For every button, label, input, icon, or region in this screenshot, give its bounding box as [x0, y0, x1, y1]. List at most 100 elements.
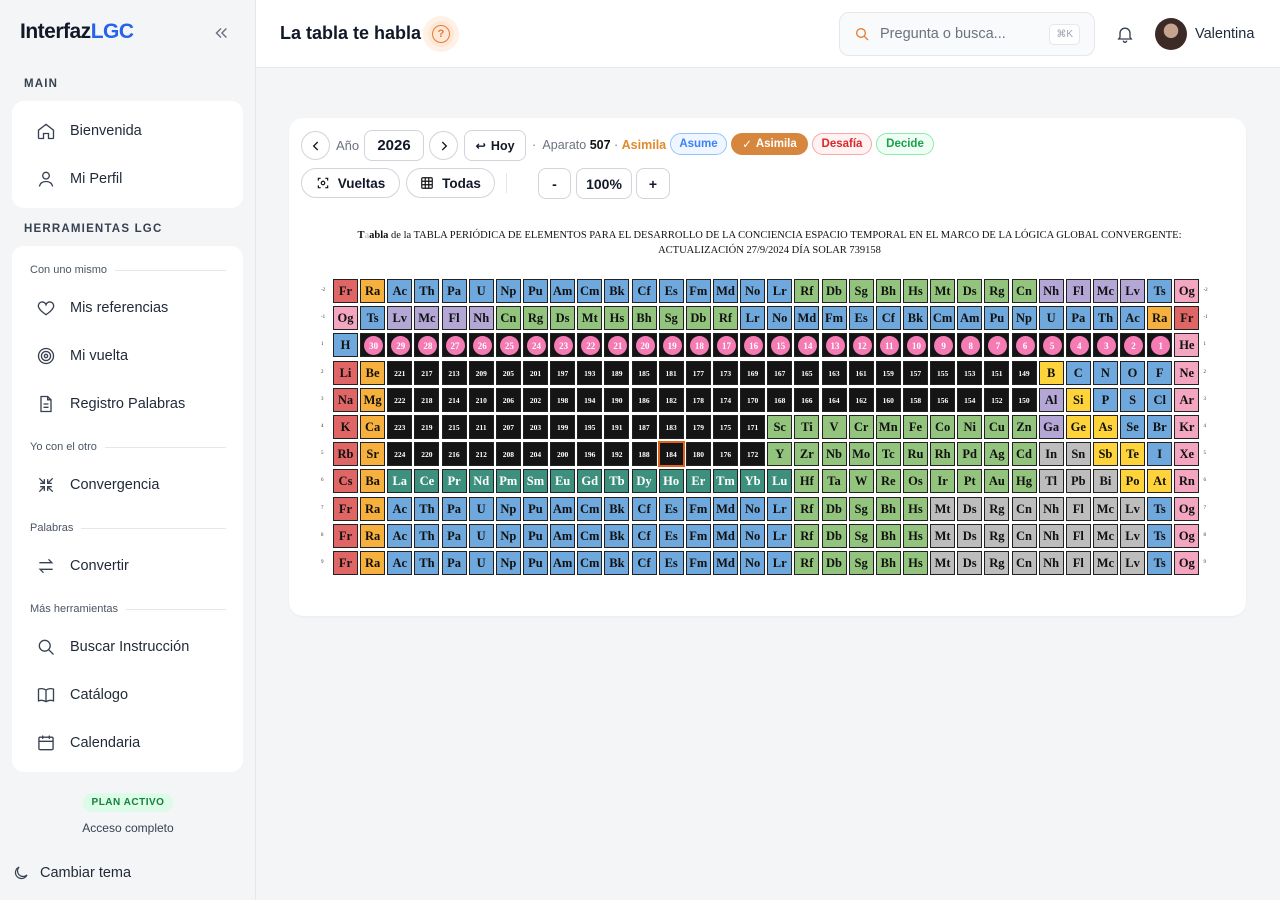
table-cell-number[interactable]: 180	[685, 442, 711, 467]
table-cell-element[interactable]: Og	[1174, 551, 1200, 575]
brand-logo[interactable]: InterfazLGC	[20, 20, 134, 44]
table-cell-element[interactable]: Es	[848, 306, 874, 331]
table-cell-element[interactable]: Ru	[902, 442, 928, 467]
table-cell-number[interactable]: 162	[848, 387, 874, 412]
collapse-sidebar-icon[interactable]	[212, 24, 230, 42]
table-cell-element[interactable]: Th	[1092, 306, 1118, 331]
table-cell-number[interactable]: 213	[441, 360, 467, 385]
table-cell-element[interactable]: Db	[821, 496, 847, 521]
table-cell-element[interactable]: Cr	[848, 415, 874, 439]
table-cell-element[interactable]: Rg	[984, 279, 1010, 303]
table-cell-number[interactable]: 179	[685, 415, 711, 439]
table-cell-element[interactable]: Br	[1147, 415, 1173, 439]
table-cell-number[interactable]: 203	[522, 415, 548, 439]
table-cell-element[interactable]: Mt	[930, 279, 956, 303]
table-cell-element[interactable]: No	[767, 306, 793, 331]
table-cell-element[interactable]: Ra	[360, 551, 386, 575]
table-cell-element[interactable]: Ni	[957, 415, 983, 439]
table-cell-circle[interactable]: 22	[577, 333, 603, 358]
table-cell-element[interactable]: Hs	[902, 523, 928, 548]
table-cell-element[interactable]: Li	[333, 360, 358, 385]
table-cell-element[interactable]: Fm	[821, 306, 847, 331]
table-cell-number[interactable]: 212	[468, 442, 494, 467]
sidebar-item-mi-vuelta[interactable]: Mi vuelta	[36, 344, 128, 368]
sidebar-item-convertir[interactable]: Convertir	[36, 554, 129, 578]
zoom-in-button[interactable]: +	[636, 168, 670, 199]
table-cell-element[interactable]: Hs	[604, 306, 630, 331]
table-cell-element[interactable]: Cf	[631, 496, 657, 521]
table-cell-element[interactable]: Ar	[1174, 387, 1200, 412]
table-cell-circle[interactable]: 9	[930, 333, 956, 358]
table-cell-number[interactable]: 183	[658, 415, 684, 439]
table-cell-element[interactable]: Db	[821, 279, 847, 303]
table-cell-number[interactable]: 157	[902, 360, 928, 385]
table-cell-element[interactable]: Cm	[577, 523, 603, 548]
table-cell-element[interactable]: Lv	[387, 306, 413, 331]
table-cell-element[interactable]: Th	[414, 523, 440, 548]
table-cell-element[interactable]: Sc	[767, 415, 793, 439]
table-cell-number[interactable]: 154	[957, 387, 983, 412]
user-name[interactable]: Valentina	[1195, 26, 1254, 42]
table-cell-element[interactable]: Kr	[1174, 415, 1200, 439]
table-cell-element[interactable]: B	[1038, 360, 1064, 385]
table-cell-element[interactable]: Nb	[821, 442, 847, 467]
table-cell-element[interactable]: Pm	[495, 469, 521, 494]
table-cell-element[interactable]: Es	[658, 279, 684, 303]
table-cell-element[interactable]: Ga	[1038, 415, 1064, 439]
table-cell-circle[interactable]: 2	[1120, 333, 1146, 358]
table-cell-element[interactable]: Y	[767, 442, 793, 467]
chip-asimila[interactable]: ✓ Asimila	[731, 133, 808, 155]
zoom-level[interactable]: 100%	[576, 168, 632, 199]
table-cell-number[interactable]: 182	[658, 387, 684, 412]
chip-asume[interactable]: Asume	[670, 133, 727, 155]
table-cell-number[interactable]: 172	[740, 442, 766, 467]
table-cell-element[interactable]: Pu	[522, 496, 548, 521]
table-cell-element[interactable]: Zn	[1011, 415, 1037, 439]
table-cell-element[interactable]: U	[468, 551, 494, 575]
prev-year-button[interactable]	[301, 131, 330, 160]
table-cell-element[interactable]: Pu	[522, 523, 548, 548]
search-box[interactable]: ⌘K	[839, 12, 1095, 56]
table-cell-element[interactable]: Hf	[794, 469, 820, 494]
table-cell-element[interactable]: Sg	[658, 306, 684, 331]
sidebar-item-calendaria[interactable]: Calendaria	[36, 731, 140, 755]
table-cell-element[interactable]: Gd	[577, 469, 603, 494]
table-cell-element[interactable]: Db	[685, 306, 711, 331]
table-cell-element[interactable]: Ti	[794, 415, 820, 439]
table-cell-element[interactable]: Ag	[984, 442, 1010, 467]
table-cell-element[interactable]: Am	[550, 279, 576, 303]
table-cell-number[interactable]: 204	[522, 442, 548, 467]
table-cell-number[interactable]: 193	[577, 360, 603, 385]
table-cell-number[interactable]: 176	[712, 442, 738, 467]
table-cell-element[interactable]: Mc	[1092, 551, 1118, 575]
table-cell-element[interactable]: Pa	[441, 279, 467, 303]
table-cell-element[interactable]: Fr	[333, 279, 358, 303]
table-cell-element[interactable]: Xe	[1174, 442, 1200, 467]
table-cell-element[interactable]: Cu	[984, 415, 1010, 439]
table-cell-circle[interactable]: 29	[387, 333, 413, 358]
table-cell-number[interactable]: 207	[495, 415, 521, 439]
table-cell-element[interactable]: Md	[712, 279, 738, 303]
table-cell-number[interactable]: 171	[740, 415, 766, 439]
table-cell-element[interactable]: Lu	[767, 469, 793, 494]
table-cell-circle[interactable]: 18	[685, 333, 711, 358]
table-cell-element[interactable]: Fl	[1065, 279, 1091, 303]
table-cell-element[interactable]: Nh	[1038, 523, 1064, 548]
next-year-button[interactable]	[429, 131, 458, 160]
table-cell-element[interactable]: Np	[495, 279, 521, 303]
table-cell-number[interactable]: 187	[631, 415, 657, 439]
table-cell-element[interactable]: Rg	[984, 551, 1010, 575]
table-cell-element[interactable]: Mc	[1092, 496, 1118, 521]
table-cell-element[interactable]: Nh	[1038, 279, 1064, 303]
table-cell-element[interactable]: Sg	[848, 279, 874, 303]
table-cell-element[interactable]: Fr	[1174, 306, 1200, 331]
table-cell-element[interactable]: Rg	[984, 523, 1010, 548]
table-cell-element[interactable]: Fl	[1065, 523, 1091, 548]
table-cell-element[interactable]: Sg	[848, 496, 874, 521]
table-cell-element[interactable]: No	[740, 551, 766, 575]
theme-toggle[interactable]: Cambiar tema	[12, 864, 131, 882]
chip-decide[interactable]: Decide	[876, 133, 934, 155]
table-cell-element[interactable]: Tb	[604, 469, 630, 494]
table-cell-number[interactable]: 174	[712, 387, 738, 412]
table-cell-element[interactable]: Pa	[1065, 306, 1091, 331]
